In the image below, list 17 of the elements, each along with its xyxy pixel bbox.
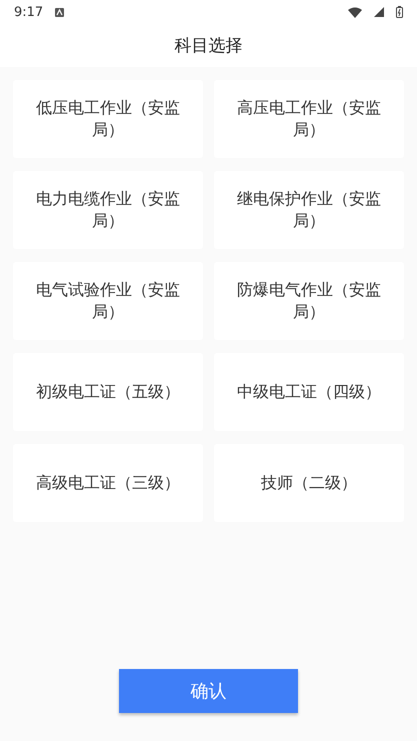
confirm-button[interactable]: 确认	[119, 669, 298, 713]
subject-card[interactable]: 低压电工作业（安监局）	[13, 80, 203, 158]
status-time: 9:17	[14, 4, 44, 20]
subject-card[interactable]: 防爆电气作业（安监局）	[214, 262, 404, 340]
subject-card[interactable]: 中级电工证（四级）	[214, 353, 404, 431]
subject-card[interactable]: 技师（二级）	[214, 444, 404, 522]
subject-card[interactable]: 继电保护作业（安监局）	[214, 171, 404, 249]
subject-card[interactable]: 初级电工证（五级）	[13, 353, 203, 431]
subject-card[interactable]: 高级电工证（三级）	[13, 444, 203, 522]
battery-icon	[396, 6, 403, 18]
subject-card[interactable]: 电力电缆作业（安监局）	[13, 171, 203, 249]
wifi-icon	[348, 6, 362, 18]
page-title: 科目选择	[174, 35, 242, 57]
subject-card[interactable]: 高压电工作业（安监局）	[214, 80, 404, 158]
notification-icon	[55, 8, 64, 16]
subject-card[interactable]: 电气试验作业（安监局）	[13, 262, 203, 340]
signal-icon	[374, 7, 384, 17]
